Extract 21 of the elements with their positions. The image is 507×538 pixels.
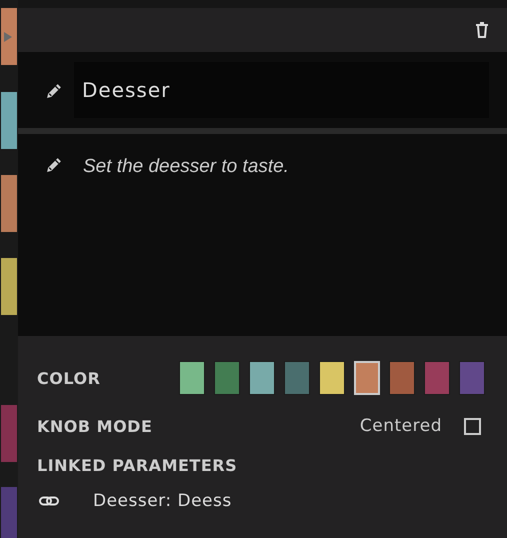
- color-swatch[interactable]: [284, 361, 310, 395]
- color-label: COLOR: [37, 368, 100, 388]
- centered-checkbox[interactable]: [464, 418, 481, 434]
- color-swatch[interactable]: [249, 361, 275, 395]
- color-swatch[interactable]: [214, 361, 240, 395]
- color-swatch[interactable]: [319, 361, 345, 395]
- color-swatch[interactable]: [179, 361, 205, 395]
- play-icon: [4, 32, 12, 42]
- pencil-icon: [46, 82, 63, 98]
- delete-icon[interactable]: [475, 22, 489, 38]
- linked-parameter[interactable]: Deesser: Deess: [93, 491, 232, 511]
- notes-text[interactable]: Set the deesser to taste.: [83, 156, 289, 178]
- color-swatch[interactable]: [459, 361, 485, 395]
- linked-parameters-label: LINKED PARAMETERS: [37, 456, 238, 475]
- pencil-icon: [46, 156, 63, 173]
- link-icon: [39, 496, 59, 506]
- centered-label: Centered: [360, 416, 442, 436]
- color-swatch[interactable]: [424, 361, 450, 395]
- knob-mode-label: KNOB MODE: [37, 416, 152, 436]
- color-swatch[interactable]: [389, 361, 415, 395]
- name-field[interactable]: Deesser: [74, 62, 489, 118]
